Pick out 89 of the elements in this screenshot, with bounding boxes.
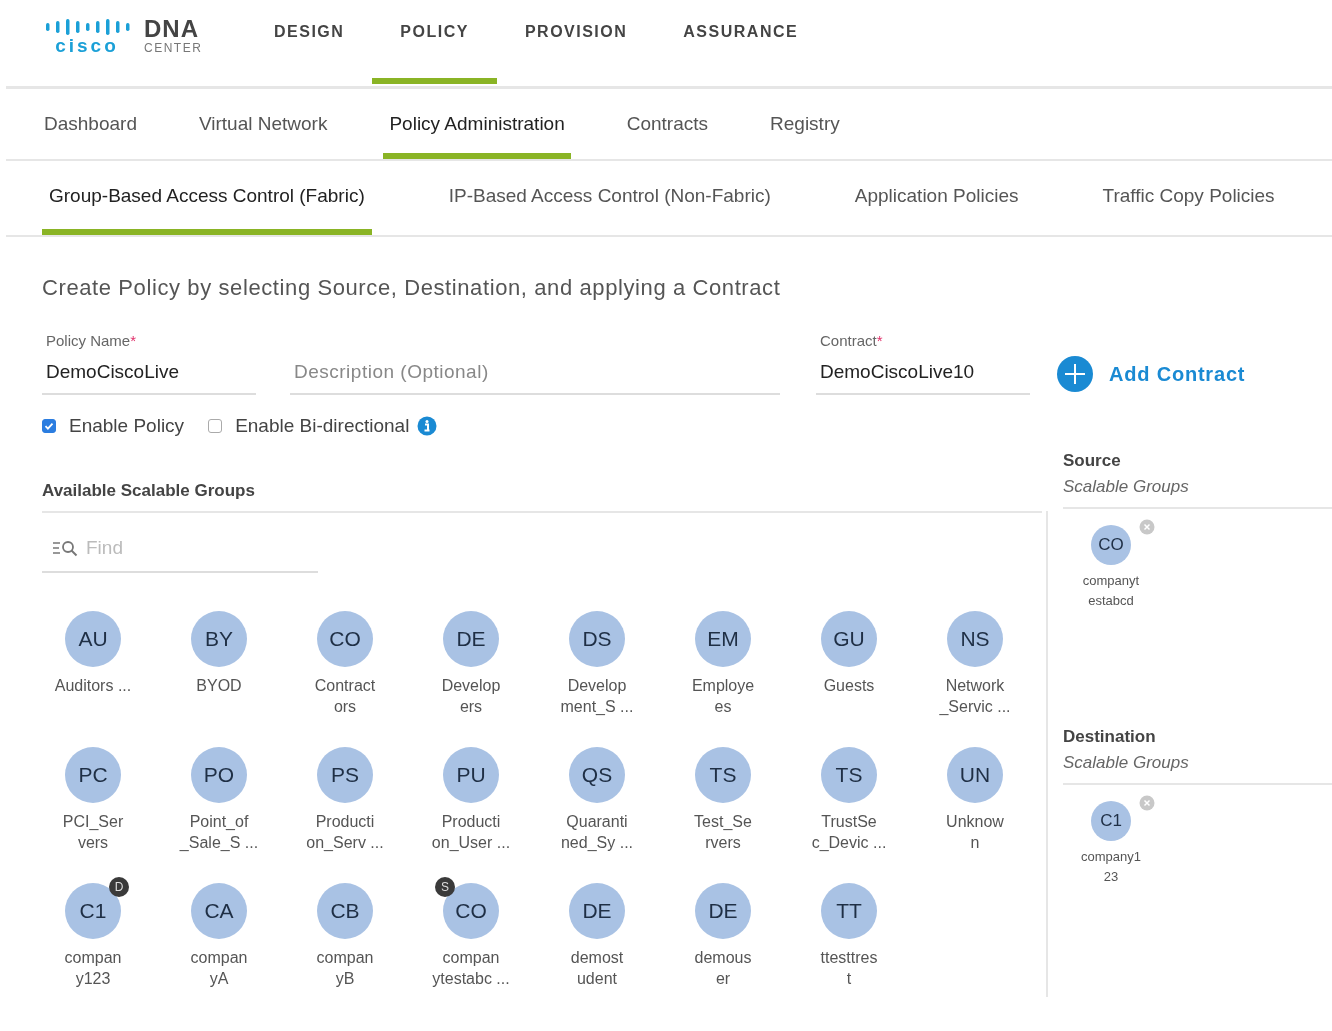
checkmark-icon [43,420,55,432]
group-avatar[interactable]: TS [695,747,751,803]
group-avatar[interactable]: DS [569,611,625,667]
group-avatar[interactable]: AU [65,611,121,667]
group-avatar[interactable]: CA [191,883,247,939]
group-label: Unknow n [946,812,1004,853]
policy-name-field[interactable]: DemoCiscoLive [42,357,256,395]
sub-nav-tab[interactable]: Contracts [620,89,715,159]
group-label: Producti on_Serv ... [306,812,384,853]
sub-nav-tab[interactable]: Virtual Network [192,89,334,159]
access-control-tab[interactable]: IP-Based Access Control (Non-Fabric) [441,161,778,235]
remove-icon[interactable] [1139,519,1155,535]
group-avatar[interactable]: NS [947,611,1003,667]
access-control-tab[interactable]: Group-Based Access Control (Fabric) [42,161,372,235]
group-avatar[interactable]: TS [821,747,877,803]
description-field[interactable]: Description (Optional) [290,357,780,395]
group-label: Point_of _Sale_S ... [179,812,259,853]
group-label: ttesttres t [820,948,878,989]
panel-title: Destination [1063,727,1157,747]
group-avatar[interactable]: CO [1091,525,1131,565]
checkbox[interactable] [42,419,56,433]
group-label: demous er [694,948,752,989]
section-title: Available Scalable Groups [42,451,1042,513]
group-label: compan yB [316,948,374,989]
group-label: Producti on_User ... [431,812,511,853]
group-label: company1 23 [1081,848,1141,886]
sub-nav-tab[interactable]: Policy Administration [383,89,571,159]
checkbox-label[interactable]: Enable Policy [69,415,185,437]
group-avatar[interactable]: EM [695,611,751,667]
search-icon [52,539,80,557]
add-contract-button[interactable]: Add Contract [1056,355,1246,393]
info-icon[interactable] [417,416,438,436]
group-label: companyt estabcd [1082,572,1140,610]
group-label: Auditors ... [54,676,132,696]
panel-title: Source [1063,451,1122,471]
product-subtitle: CENTER [144,41,203,55]
access-control-tab[interactable]: Application Policies [847,161,1026,235]
group-avatar[interactable]: UN [947,747,1003,803]
group-avatar[interactable]: GU [821,611,877,667]
group-avatar[interactable]: C1 [1091,801,1131,841]
checkbox[interactable] [208,419,223,433]
group-label: compan y123 [64,948,122,989]
top-nav-tab[interactable]: ASSURANCE [655,0,827,84]
field-label: Contract* [819,332,884,349]
top-nav-tab[interactable]: PROVISION [496,0,656,84]
field-label: Policy Name* [45,332,138,349]
group-label: BYOD [196,676,242,696]
group-label: Quaranti ned_Sy ... [560,812,633,853]
group-label: Guests [823,676,875,696]
group-avatar[interactable]: DE [695,883,751,939]
group-avatar[interactable]: QS [569,747,625,803]
group-label: Network _Servic ... [939,676,1011,717]
contract-field[interactable]: DemoCiscoLive10 [816,357,1030,395]
group-label: PCI_Ser vers [62,812,124,853]
access-control-tab[interactable]: Traffic Copy Policies [1095,161,1282,235]
group-avatar[interactable]: CO [317,611,373,667]
role-badge: D [109,877,129,897]
logo-wordmark: cisco [55,37,119,55]
page-heading: Create Policy by selecting Source, Destination, and applying a Contract [42,275,782,301]
group-label: Test_Se rvers [694,812,752,853]
group-avatar[interactable]: DE [569,883,625,939]
group-avatar[interactable]: TT [821,883,877,939]
group-avatar[interactable]: PC [65,747,121,803]
remove-icon[interactable] [1139,795,1155,811]
top-nav-tab[interactable]: POLICY [372,0,497,84]
group-label: Develop ment_S ... [560,676,634,717]
product-name: DNA [144,17,200,41]
plus-circle-icon [1056,355,1094,393]
top-nav-tab[interactable]: DESIGN [246,0,373,84]
panel-subtitle: Scalable Groups [1063,753,1332,785]
group-avatar[interactable]: CB [317,883,373,939]
cisco-bars-icon [44,17,130,37]
group-label: demost udent [570,948,624,989]
group-label: Develop ers [441,676,501,717]
group-avatar[interactable]: DE [443,611,499,667]
group-label: Contract ors [314,676,376,717]
panel-subtitle: Scalable Groups [1063,477,1332,509]
group-avatar[interactable]: PS [317,747,373,803]
sub-nav-tab[interactable]: Dashboard [38,89,143,159]
group-avatar[interactable]: BY [191,611,247,667]
group-label: TrustSe c_Devic ... [811,812,887,853]
group-avatar[interactable]: PO [191,747,247,803]
sub-nav-tab[interactable]: Registry [764,89,846,159]
group-label: compan ytestabc ... [432,948,510,989]
group-label: compan yA [190,948,248,989]
role-badge: S [435,877,455,897]
group-label: Employe es [691,676,755,717]
checkbox-label[interactable]: Enable Bi-directional [235,415,410,437]
group-avatar[interactable]: PU [443,747,499,803]
